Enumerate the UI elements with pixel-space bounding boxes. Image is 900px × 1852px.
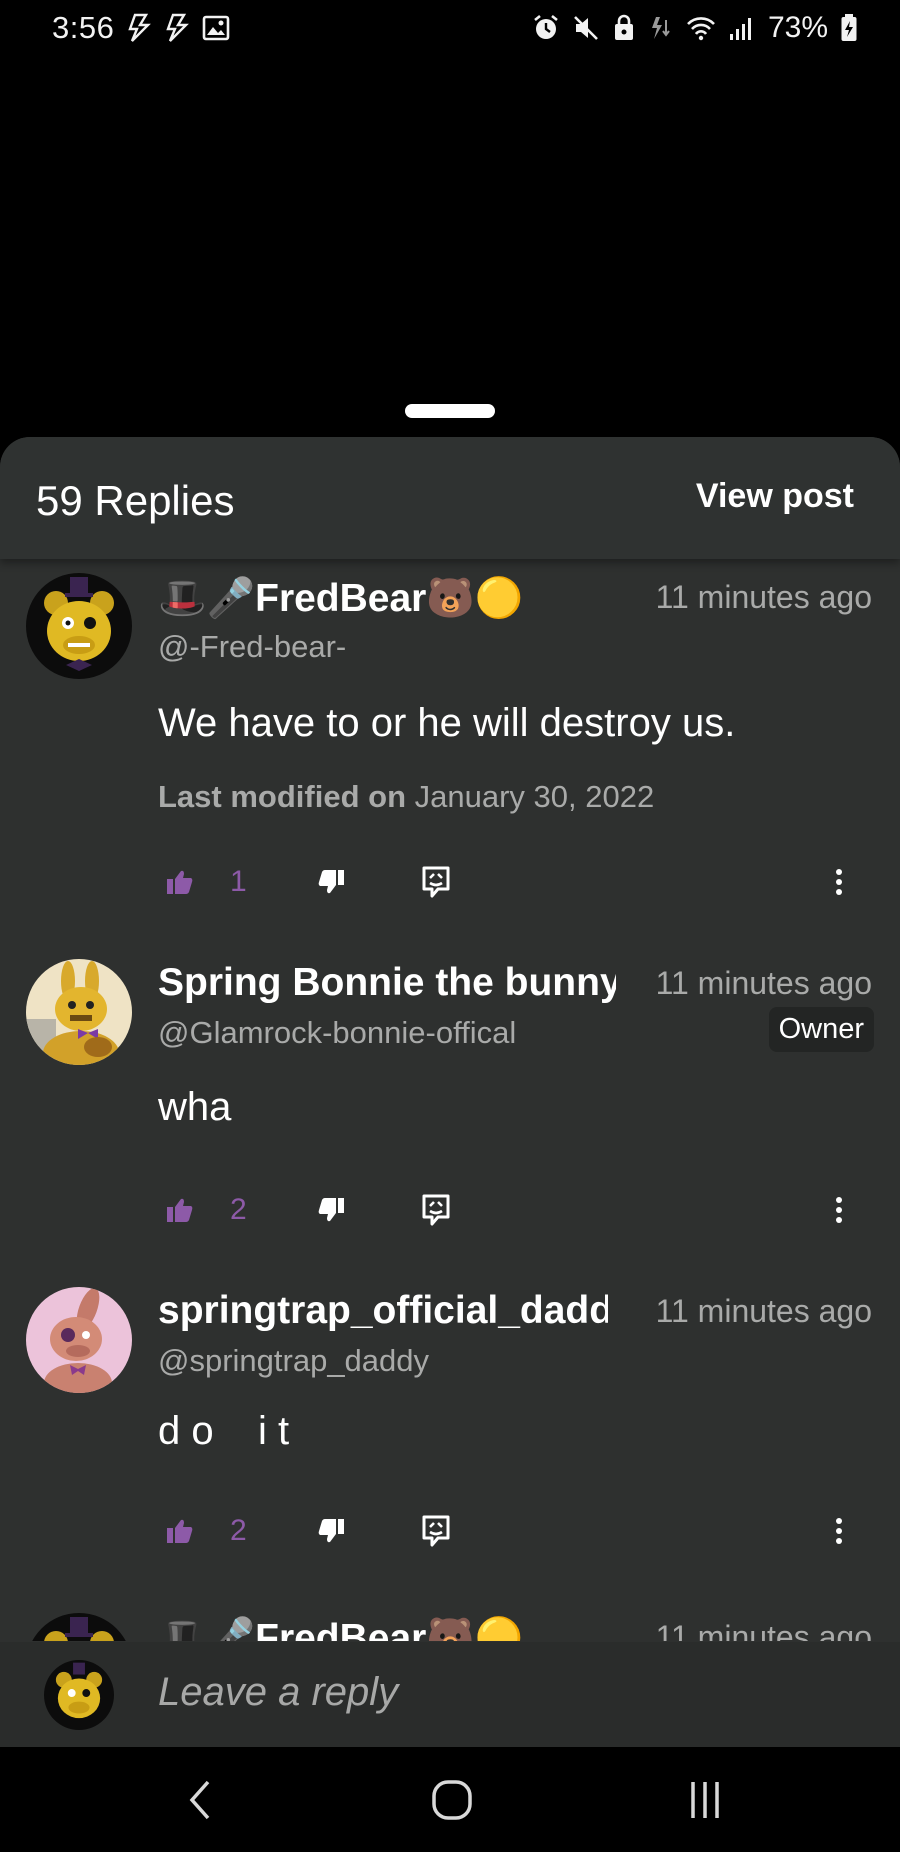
comment-username[interactable]: 🎩🎤FredBear🐻🟡 <box>158 575 523 621</box>
comment-text: wha <box>158 1085 232 1129</box>
comment-actions: 1 <box>0 857 900 907</box>
system-nav-bar <box>0 1747 900 1852</box>
more-options-icon[interactable] <box>822 857 856 907</box>
flash-icon <box>164 13 190 43</box>
comment-timestamp: 11 minutes ago <box>655 965 872 1001</box>
thumbs-up-icon[interactable] <box>163 1185 197 1235</box>
comment-handle[interactable]: @springtrap_daddy <box>158 1343 429 1379</box>
signal-icon <box>728 13 756 43</box>
user-avatar <box>44 1660 114 1730</box>
last-modified-line: Last modified on January 30, 2022 <box>158 779 654 815</box>
replies-sheet: 59 Replies View post 🎩🎤FredBear🐻🟡 11 min… <box>0 437 900 1747</box>
home-icon[interactable] <box>422 1775 482 1825</box>
like-count: 1 <box>230 865 247 898</box>
owner-badge: Owner <box>768 1007 874 1052</box>
like-count: 2 <box>230 1514 247 1547</box>
golden-bear-avatar[interactable] <box>26 573 132 679</box>
reply-icon[interactable] <box>418 857 454 907</box>
comment-text: We have to or he will destroy us. <box>158 701 736 745</box>
golden-bunny-avatar[interactable] <box>26 959 132 1065</box>
comment-username[interactable]: Spring Bonnie the bunny <box>158 961 616 1005</box>
alarm-icon <box>532 13 560 43</box>
comment-actions: 2 <box>0 1506 900 1556</box>
battery-percentage: 73% <box>767 11 828 44</box>
comment-handle[interactable]: @Glamrock-bonnie-offical <box>158 1015 516 1051</box>
comment-username[interactable]: 🎩🎤FredBear🐻🟡 <box>158 1615 523 1641</box>
thumbs-down-icon[interactable] <box>314 1506 348 1556</box>
comment-timestamp: 11 minutes ago <box>655 1293 872 1329</box>
comment-timestamp: 11 minutes ago <box>655 1619 872 1641</box>
thumbs-down-icon[interactable] <box>314 1185 348 1235</box>
recent-apps-icon[interactable] <box>675 1775 735 1825</box>
flash-icon <box>126 13 152 43</box>
comment-list[interactable]: 🎩🎤FredBear🐻🟡 11 minutes ago @-Fred-bear-… <box>0 559 900 1641</box>
comment-username[interactable]: springtrap_official_daddy <box>158 1289 608 1333</box>
sheet-drag-handle[interactable] <box>405 404 495 418</box>
reply-input[interactable]: Leave a reply <box>158 1670 398 1715</box>
golden-bear-avatar[interactable] <box>26 1613 132 1641</box>
status-right: 73% <box>532 11 858 45</box>
thumbs-up-icon[interactable] <box>163 857 197 907</box>
wifi-icon <box>686 13 716 43</box>
status-left: 3:56 <box>52 10 230 46</box>
reply-icon[interactable] <box>418 1185 454 1235</box>
more-options-icon[interactable] <box>822 1506 856 1556</box>
last-modified-label: Last modified on <box>158 779 406 814</box>
reply-bar: Leave a reply <box>0 1642 900 1747</box>
reply-icon[interactable] <box>418 1506 454 1556</box>
view-post-button[interactable]: View post <box>696 477 854 516</box>
thumbs-down-icon[interactable] <box>314 857 348 907</box>
status-time: 3:56 <box>52 10 115 45</box>
comment-text: d o i t <box>158 1409 290 1453</box>
like-count: 2 <box>230 1193 247 1226</box>
comment-actions: 2 <box>0 1185 900 1235</box>
mute-icon <box>572 13 600 43</box>
pink-bunny-avatar[interactable] <box>26 1287 132 1393</box>
comment-timestamp: 11 minutes ago <box>655 579 872 615</box>
sheet-header: 59 Replies View post <box>0 437 900 559</box>
thumbs-up-icon[interactable] <box>163 1506 197 1556</box>
more-options-icon[interactable] <box>822 1185 856 1235</box>
comment-handle[interactable]: @-Fred-bear- <box>158 629 346 665</box>
image-icon <box>202 13 230 43</box>
back-icon[interactable] <box>170 1775 230 1825</box>
charging-data-icon <box>648 13 674 43</box>
replies-count: 59 Replies <box>36 477 235 524</box>
lock-app-icon <box>612 13 636 43</box>
last-modified-date: January 30, 2022 <box>414 779 655 814</box>
battery-charging-icon <box>840 13 858 43</box>
status-bar: 3:56 73% <box>0 0 900 56</box>
